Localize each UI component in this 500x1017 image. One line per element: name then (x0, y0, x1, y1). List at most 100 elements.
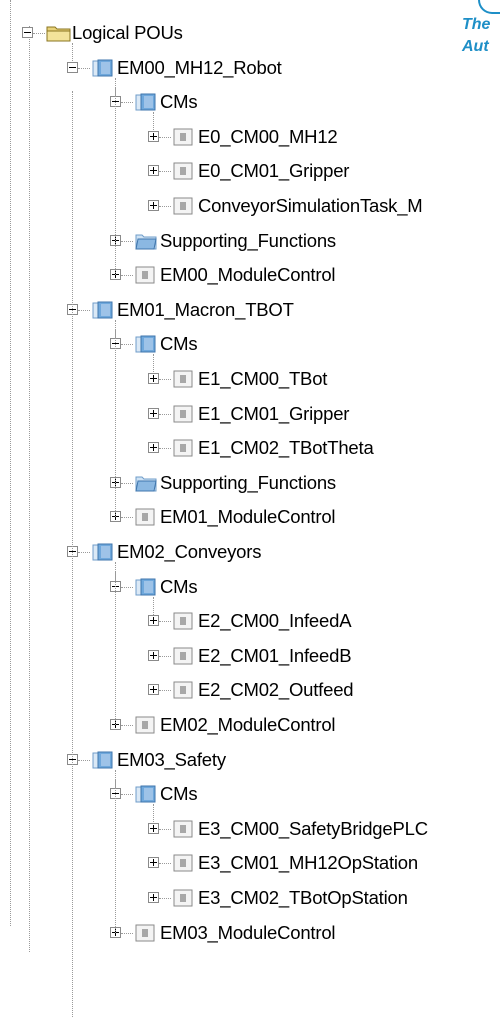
tree-node-label[interactable]: E1_CM01_Gripper (198, 403, 349, 425)
tree-connector-line (159, 448, 171, 450)
tree-connector-line (121, 586, 133, 588)
expand-toggle-icon[interactable] (148, 407, 159, 419)
tree-connector-line (115, 87, 116, 276)
module-folder-icon (91, 750, 113, 770)
collapse-toggle-icon[interactable] (22, 27, 33, 38)
tree-node-label[interactable]: EM00_MH12_Robot (117, 57, 282, 79)
tree-node-label[interactable]: E2_CM00_InfeedA (198, 610, 352, 632)
tree-connector-line (115, 572, 116, 725)
tree-connector-line (159, 863, 171, 865)
tree-connector-line (78, 309, 90, 311)
tree-node-label[interactable]: EM02_Conveyors (117, 541, 261, 563)
tree-connector-line (159, 621, 171, 623)
pou-icon (172, 819, 194, 839)
module-folder-icon (91, 58, 113, 78)
tree-connector-line (121, 725, 133, 726)
tree-node-label[interactable]: E3_CM02_TBotOpStation (198, 887, 408, 909)
expand-toggle-icon[interactable] (148, 442, 159, 454)
expand-toggle-icon[interactable] (148, 373, 159, 384)
tree-connector-line (33, 33, 45, 34)
pou-icon (172, 888, 194, 908)
pou-icon (172, 161, 194, 181)
tree-node-label[interactable]: ConveyorSimulationTask_M (198, 195, 423, 217)
brand-logo-swoosh (478, 0, 500, 14)
tree-node-label[interactable]: Supporting_Functions (160, 472, 336, 494)
tree-connector-line (159, 655, 171, 657)
tree-node-label[interactable]: CMs (160, 576, 198, 598)
tree-connector-line (159, 828, 171, 830)
tree-node-label[interactable]: CMs (160, 91, 198, 113)
expand-toggle-icon[interactable] (148, 649, 159, 661)
tree-connector-line (121, 102, 133, 104)
tree-node-label[interactable]: EM01_Macron_TBOT (117, 299, 294, 321)
folder-icon (46, 23, 71, 43)
tree-connector-line (121, 794, 133, 796)
collapse-toggle-icon[interactable] (67, 61, 78, 73)
expand-toggle-icon[interactable] (148, 130, 159, 142)
tree-node-label[interactable]: E1_CM00_TBot (198, 368, 327, 390)
pou-icon (172, 853, 194, 873)
tree-connector-line (115, 779, 116, 933)
module-folder-icon (91, 300, 113, 320)
module-folder-icon (134, 784, 156, 804)
pou-icon (172, 127, 194, 147)
expand-toggle-icon[interactable] (148, 857, 159, 869)
tree-connector-line (159, 898, 171, 899)
expand-toggle-icon[interactable] (148, 165, 159, 177)
tree-connector-line (159, 379, 171, 380)
tree-connector-line (159, 413, 171, 415)
tree-node-label[interactable]: E3_CM01_MH12OpStation (198, 852, 418, 874)
tree-node-label[interactable]: EM03_Safety (117, 749, 226, 771)
tree-node-label[interactable]: EM00_ModuleControl (160, 264, 336, 286)
tree-connector-line (10, 0, 11, 926)
module-folder-icon (134, 577, 156, 597)
pou-icon (172, 369, 194, 389)
tree-connector-line (121, 275, 133, 277)
tree-node-label[interactable]: CMs (160, 783, 198, 805)
tree-node-label[interactable]: Supporting_Functions (160, 230, 336, 252)
pou-icon (134, 715, 156, 735)
pou-icon (172, 611, 194, 631)
tree-connector-line (78, 67, 90, 69)
tree-connector-line (78, 552, 90, 553)
tree-node-label[interactable]: CMs (160, 333, 198, 355)
tree-connector-line (159, 206, 171, 207)
tree-node-label[interactable]: E2_CM01_InfeedB (198, 645, 352, 667)
expand-toggle-icon[interactable] (148, 892, 159, 903)
tree-node-label[interactable]: EM01_ModuleControl (160, 506, 336, 528)
function-folder-icon (134, 231, 157, 251)
expand-toggle-icon[interactable] (148, 200, 159, 211)
tree-connector-line (121, 240, 133, 242)
tree-connector-line (121, 517, 133, 519)
pou-icon (172, 196, 194, 216)
tree-node-label[interactable]: E1_CM02_TBotTheta (198, 437, 374, 459)
tree-node-label[interactable]: E0_CM00_MH12 (198, 126, 338, 148)
tree-connector-line (159, 136, 171, 138)
module-folder-icon (134, 334, 156, 354)
module-folder-icon (91, 542, 113, 562)
expand-toggle-icon[interactable] (148, 615, 159, 627)
tree-connector-line (121, 344, 133, 346)
pou-icon (172, 646, 194, 666)
pou-icon (134, 265, 156, 285)
pou-icon (172, 680, 194, 700)
module-folder-icon (134, 92, 156, 112)
project-tree: The Aut Logical POUs EM00_MH12_Robot CMs E0… (0, 0, 500, 1017)
tree-connector-line (121, 932, 133, 934)
tree-connector-line (29, 26, 30, 952)
tree-node-label[interactable]: E2_CM02_Outfeed (198, 679, 354, 701)
pou-icon (172, 438, 194, 458)
tree-node-label[interactable]: EM02_ModuleControl (160, 714, 336, 736)
pou-icon (134, 507, 156, 527)
expand-toggle-icon[interactable] (148, 684, 159, 696)
expand-toggle-icon[interactable] (148, 822, 159, 834)
tree-node-label[interactable]: Logical POUs (72, 22, 183, 44)
tree-node-label[interactable]: E3_CM00_SafetyBridgePLC (198, 818, 428, 840)
tree-connector-line (72, 91, 73, 1017)
tree-connector-line (78, 759, 90, 761)
tree-connector-line (159, 171, 171, 173)
tree-node-label[interactable]: EM03_ModuleControl (160, 922, 336, 944)
pou-icon (172, 404, 194, 424)
tree-node-label[interactable]: E0_CM01_Gripper (198, 160, 349, 182)
function-folder-icon (134, 473, 157, 493)
